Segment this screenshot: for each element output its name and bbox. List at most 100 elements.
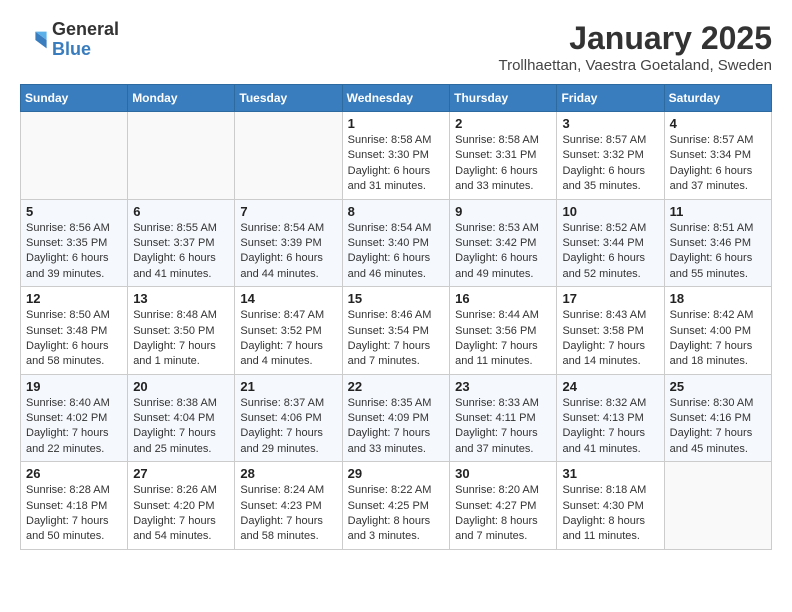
- day-number: 7: [240, 204, 336, 219]
- weekday-header-saturday: Saturday: [664, 85, 771, 112]
- weekday-header-tuesday: Tuesday: [235, 85, 342, 112]
- calendar-cell: 4Sunrise: 8:57 AM Sunset: 3:34 PM Daylig…: [664, 112, 771, 200]
- calendar-cell: [21, 112, 128, 200]
- day-number: 16: [455, 291, 551, 306]
- calendar-week-5: 26 Sunrise: 8:28 AM Sunset: 4:18 PM Dayli…: [21, 462, 772, 550]
- day-info: Sunrise: 8:50 AM Sunset: 3:48 PM Dayligh…: [26, 308, 122, 370]
- calendar-cell: 28 Sunrise: 8:24 AM Sunset: 4:23 PM Dayli…: [235, 462, 342, 550]
- day-number: 1: [348, 116, 445, 131]
- day-info: Sunrise: 8:47 AM Sunset: 3:52 PM Dayligh…: [240, 308, 336, 370]
- day-info: Sunrise: 8:38 AM Sunset: 4:04 PM Dayligh…: [133, 396, 229, 458]
- weekday-header-wednesday: Wednesday: [342, 85, 450, 112]
- day-info: Sunrise: 8:58 AM Sunset: 3:30 PM Dayligh…: [348, 133, 445, 195]
- day-number: 25: [670, 379, 766, 394]
- calendar-cell: 17 Sunrise: 8:43 AM Sunset: 3:58 PM Dayli…: [557, 287, 664, 375]
- day-number: 29: [348, 466, 445, 481]
- calendar-cell: 26 Sunrise: 8:28 AM Sunset: 4:18 PM Dayli…: [21, 462, 128, 550]
- calendar-header: SundayMondayTuesdayWednesdayThursdayFrid…: [21, 85, 772, 112]
- calendar-cell: 6 Sunrise: 8:55 AM Sunset: 3:37 PM Daylig…: [128, 199, 235, 287]
- month-title: January 2025: [498, 20, 772, 57]
- logo-icon: [20, 26, 48, 54]
- day-number: 17: [562, 291, 658, 306]
- calendar-cell: 9Sunrise: 8:53 AM Sunset: 3:42 PM Daylig…: [450, 199, 557, 287]
- day-number: 8: [348, 204, 445, 219]
- calendar-cell: 27 Sunrise: 8:26 AM Sunset: 4:20 PM Dayli…: [128, 462, 235, 550]
- day-info: Sunrise: 8:54 AM Sunset: 3:39 PM Dayligh…: [240, 221, 336, 283]
- day-info: Sunrise: 8:24 AM Sunset: 4:23 PM Dayligh…: [240, 483, 336, 545]
- logo: General Blue: [20, 20, 119, 60]
- day-info: Sunrise: 8:35 AM Sunset: 4:09 PM Dayligh…: [348, 396, 445, 458]
- calendar-cell: 10Sunrise: 8:52 AM Sunset: 3:44 PM Dayli…: [557, 199, 664, 287]
- day-number: 12: [26, 291, 122, 306]
- calendar-cell: 30Sunrise: 8:20 AM Sunset: 4:27 PM Dayli…: [450, 462, 557, 550]
- calendar-cell: 14 Sunrise: 8:47 AM Sunset: 3:52 PM Dayli…: [235, 287, 342, 375]
- calendar-cell: 25Sunrise: 8:30 AM Sunset: 4:16 PM Dayli…: [664, 374, 771, 462]
- title-block: January 2025 Trollhaettan, Vaestra Goeta…: [498, 20, 772, 74]
- weekday-header-sunday: Sunday: [21, 85, 128, 112]
- page-header: General Blue January 2025 Trollhaettan, …: [20, 20, 772, 74]
- calendar-cell: 12 Sunrise: 8:50 AM Sunset: 3:48 PM Dayli…: [21, 287, 128, 375]
- weekday-row: SundayMondayTuesdayWednesdayThursdayFrid…: [21, 85, 772, 112]
- day-number: 14: [240, 291, 336, 306]
- day-number: 13: [133, 291, 229, 306]
- day-number: 5: [26, 204, 122, 219]
- day-number: 6: [133, 204, 229, 219]
- day-info: Sunrise: 8:26 AM Sunset: 4:20 PM Dayligh…: [133, 483, 229, 545]
- day-info: Sunrise: 8:28 AM Sunset: 4:18 PM Dayligh…: [26, 483, 122, 545]
- day-number: 4: [670, 116, 766, 131]
- calendar-cell: 21 Sunrise: 8:37 AM Sunset: 4:06 PM Dayli…: [235, 374, 342, 462]
- calendar-cell: 2 Sunrise: 8:58 AM Sunset: 3:31 PM Daylig…: [450, 112, 557, 200]
- day-number: 24: [562, 379, 658, 394]
- logo-text: General Blue: [52, 20, 119, 60]
- day-info: Sunrise: 8:22 AM Sunset: 4:25 PM Dayligh…: [348, 483, 445, 545]
- day-info: Sunrise: 8:37 AM Sunset: 4:06 PM Dayligh…: [240, 396, 336, 458]
- calendar-cell: 13Sunrise: 8:48 AM Sunset: 3:50 PM Dayli…: [128, 287, 235, 375]
- calendar-cell: 23Sunrise: 8:33 AM Sunset: 4:11 PM Dayli…: [450, 374, 557, 462]
- day-info: Sunrise: 8:57 AM Sunset: 3:32 PM Dayligh…: [562, 133, 658, 195]
- calendar-cell: 11Sunrise: 8:51 AM Sunset: 3:46 PM Dayli…: [664, 199, 771, 287]
- day-number: 27: [133, 466, 229, 481]
- day-info: Sunrise: 8:51 AM Sunset: 3:46 PM Dayligh…: [670, 221, 766, 283]
- day-number: 30: [455, 466, 551, 481]
- weekday-header-thursday: Thursday: [450, 85, 557, 112]
- calendar-week-1: 1 Sunrise: 8:58 AM Sunset: 3:30 PM Daylig…: [21, 112, 772, 200]
- day-info: Sunrise: 8:18 AM Sunset: 4:30 PM Dayligh…: [562, 483, 658, 545]
- day-number: 28: [240, 466, 336, 481]
- day-number: 2: [455, 116, 551, 131]
- day-info: Sunrise: 8:58 AM Sunset: 3:31 PM Dayligh…: [455, 133, 551, 195]
- day-info: Sunrise: 8:54 AM Sunset: 3:40 PM Dayligh…: [348, 221, 445, 283]
- weekday-header-friday: Friday: [557, 85, 664, 112]
- day-number: 21: [240, 379, 336, 394]
- calendar-cell: 20Sunrise: 8:38 AM Sunset: 4:04 PM Dayli…: [128, 374, 235, 462]
- calendar-cell: 18 Sunrise: 8:42 AM Sunset: 4:00 PM Dayli…: [664, 287, 771, 375]
- day-info: Sunrise: 8:42 AM Sunset: 4:00 PM Dayligh…: [670, 308, 766, 370]
- calendar-cell: 5 Sunrise: 8:56 AM Sunset: 3:35 PM Daylig…: [21, 199, 128, 287]
- calendar-week-3: 12 Sunrise: 8:50 AM Sunset: 3:48 PM Dayli…: [21, 287, 772, 375]
- calendar-cell: 31 Sunrise: 8:18 AM Sunset: 4:30 PM Dayli…: [557, 462, 664, 550]
- calendar-cell: 3 Sunrise: 8:57 AM Sunset: 3:32 PM Daylig…: [557, 112, 664, 200]
- day-info: Sunrise: 8:44 AM Sunset: 3:56 PM Dayligh…: [455, 308, 551, 370]
- day-number: 23: [455, 379, 551, 394]
- day-info: Sunrise: 8:46 AM Sunset: 3:54 PM Dayligh…: [348, 308, 445, 370]
- day-number: 15: [348, 291, 445, 306]
- calendar-body: 1 Sunrise: 8:58 AM Sunset: 3:30 PM Daylig…: [21, 112, 772, 550]
- day-number: 18: [670, 291, 766, 306]
- day-number: 22: [348, 379, 445, 394]
- day-info: Sunrise: 8:40 AM Sunset: 4:02 PM Dayligh…: [26, 396, 122, 458]
- day-number: 3: [562, 116, 658, 131]
- day-number: 9: [455, 204, 551, 219]
- calendar-cell: 29 Sunrise: 8:22 AM Sunset: 4:25 PM Dayli…: [342, 462, 450, 550]
- day-number: 19: [26, 379, 122, 394]
- day-info: Sunrise: 8:43 AM Sunset: 3:58 PM Dayligh…: [562, 308, 658, 370]
- logo-general: General: [52, 20, 119, 40]
- location: Trollhaettan, Vaestra Goetaland, Sweden: [498, 57, 772, 74]
- day-info: Sunrise: 8:32 AM Sunset: 4:13 PM Dayligh…: [562, 396, 658, 458]
- day-info: Sunrise: 8:56 AM Sunset: 3:35 PM Dayligh…: [26, 221, 122, 283]
- day-info: Sunrise: 8:55 AM Sunset: 3:37 PM Dayligh…: [133, 221, 229, 283]
- day-number: 26: [26, 466, 122, 481]
- calendar-cell: 15 Sunrise: 8:46 AM Sunset: 3:54 PM Dayli…: [342, 287, 450, 375]
- logo-blue: Blue: [52, 40, 119, 60]
- calendar-cell: [128, 112, 235, 200]
- day-number: 31: [562, 466, 658, 481]
- calendar: SundayMondayTuesdayWednesdayThursdayFrid…: [20, 84, 772, 550]
